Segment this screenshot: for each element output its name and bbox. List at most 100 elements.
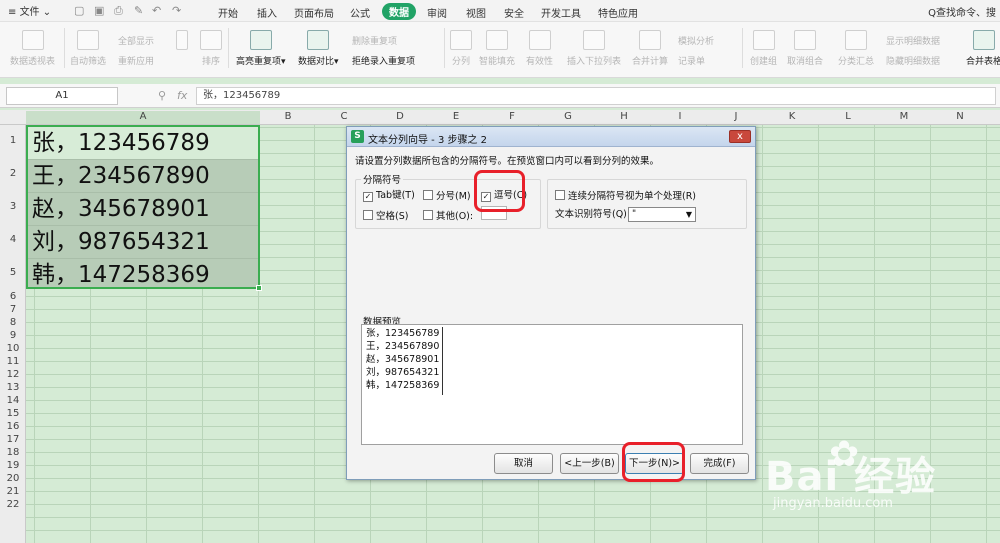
- cancel-button[interactable]: 取消: [494, 453, 553, 474]
- col-n-header[interactable]: N: [932, 111, 988, 122]
- dialog-title-bar[interactable]: S 文本分列向导 - 3 步骤之 2 x: [347, 127, 755, 147]
- row-1-header[interactable]: 1: [0, 135, 26, 146]
- tab-home[interactable]: 开始: [218, 5, 238, 20]
- row-18-header[interactable]: 18: [0, 447, 26, 458]
- delete-duplicates-button[interactable]: 删除重复项: [352, 34, 397, 47]
- col-c-header[interactable]: C: [316, 111, 372, 122]
- pivot-table-button[interactable]: 数据透视表: [10, 30, 55, 67]
- show-all-button[interactable]: 全部显示: [118, 34, 154, 47]
- formula-input[interactable]: 张，123456789: [196, 87, 996, 105]
- semicolon-checkbox[interactable]: 分号(M): [423, 190, 471, 203]
- col-h-header[interactable]: H: [596, 111, 652, 122]
- file-menu[interactable]: ≡ 文件 ⌄: [8, 3, 51, 18]
- row-6-header[interactable]: 6: [0, 291, 26, 302]
- row-8-header[interactable]: 8: [0, 317, 26, 328]
- col-l-header[interactable]: L: [820, 111, 876, 122]
- insert-dropdown-button[interactable]: 插入下拉列表: [567, 30, 621, 67]
- zoom-icon[interactable]: ⚲: [158, 89, 166, 102]
- cell-a4[interactable]: 刘，987654321: [28, 226, 258, 259]
- merge-table-button[interactable]: 合并表格: [966, 30, 1000, 67]
- row-14-header[interactable]: 14: [0, 395, 26, 406]
- reject-duplicates-button[interactable]: 拒绝录入重复项: [352, 54, 415, 67]
- tab-view[interactable]: 视图: [466, 5, 486, 20]
- cell-a5[interactable]: 韩，147258369: [28, 259, 258, 292]
- smart-fill-button[interactable]: 智能填充: [479, 30, 515, 67]
- simulate-analysis-button[interactable]: 模拟分析: [678, 34, 714, 47]
- consecutive-checkbox[interactable]: 连续分隔符号视为单个处理(R): [555, 190, 696, 203]
- reapply-button[interactable]: 重新应用: [118, 54, 154, 67]
- create-group-button[interactable]: 创建组: [750, 30, 777, 67]
- ungroup-button[interactable]: 取消组合: [787, 30, 823, 67]
- row-11-header[interactable]: 11: [0, 356, 26, 367]
- back-button[interactable]: <上一步(B): [560, 453, 619, 474]
- col-b-header[interactable]: B: [260, 111, 316, 122]
- row-16-header[interactable]: 16: [0, 421, 26, 432]
- space-checkbox[interactable]: 空格(S): [363, 210, 408, 223]
- tab-special[interactable]: 特色应用: [598, 5, 638, 20]
- tab-security[interactable]: 安全: [504, 5, 524, 20]
- data-compare-button[interactable]: 数据对比▾: [298, 30, 339, 67]
- tab-checkbox[interactable]: ✓ Tab键(T): [363, 190, 415, 202]
- col-f-header[interactable]: F: [484, 111, 540, 122]
- undo-icon[interactable]: ↶: [152, 4, 161, 17]
- col-d-header[interactable]: D: [372, 111, 428, 122]
- print-preview-icon[interactable]: ▣: [94, 4, 104, 17]
- highlight-duplicates-button[interactable]: 高亮重复项▾: [236, 30, 286, 67]
- row-21-header[interactable]: 21: [0, 486, 26, 497]
- show-detail-button[interactable]: 显示明细数据: [886, 34, 940, 47]
- command-search[interactable]: Q查找命令、搜: [928, 4, 996, 19]
- tab-review[interactable]: 审阅: [427, 5, 447, 20]
- finish-button[interactable]: 完成(F): [690, 453, 749, 474]
- col-g-header[interactable]: G: [540, 111, 596, 122]
- col-m-header[interactable]: M: [876, 111, 932, 122]
- row-5-header[interactable]: 5: [0, 267, 26, 278]
- col-a-header[interactable]: A: [26, 111, 260, 124]
- save-icon[interactable]: ▢: [74, 4, 84, 17]
- row-15-header[interactable]: 15: [0, 408, 26, 419]
- split-column-button[interactable]: 分列: [450, 30, 472, 67]
- tab-data[interactable]: 数据: [382, 3, 416, 20]
- cell-a2[interactable]: 王，234567890: [28, 160, 258, 193]
- print-icon[interactable]: ⎙: [114, 4, 123, 18]
- row-19-header[interactable]: 19: [0, 460, 26, 471]
- format-painter-icon[interactable]: ✎: [134, 4, 143, 17]
- fill-handle[interactable]: [256, 285, 262, 291]
- cell-a1[interactable]: 张，123456789: [28, 127, 258, 160]
- row-3-header[interactable]: 3: [0, 201, 26, 212]
- cell-a3[interactable]: 赵，345678901: [28, 193, 258, 226]
- row-17-header[interactable]: 17: [0, 434, 26, 445]
- record-form-button[interactable]: 记录单: [678, 54, 705, 67]
- tab-insert[interactable]: 插入: [257, 5, 277, 20]
- col-j-header[interactable]: J: [708, 111, 764, 122]
- name-box[interactable]: A1: [6, 87, 118, 105]
- row-7-header[interactable]: 7: [0, 304, 26, 315]
- subtotal-button[interactable]: 分类汇总: [838, 30, 874, 67]
- row-22-header[interactable]: 22: [0, 499, 26, 510]
- qualifier-select[interactable]: " ▼: [628, 207, 696, 222]
- row-10-header[interactable]: 10: [0, 343, 26, 354]
- other-checkbox[interactable]: 其他(O):: [423, 210, 473, 223]
- selected-range[interactable]: 张，123456789 王，234567890 赵，345678901 刘，98…: [26, 125, 262, 292]
- row-2-header[interactable]: 2: [0, 168, 26, 179]
- hide-detail-button[interactable]: 隐藏明细数据: [886, 54, 940, 67]
- col-i-header[interactable]: I: [652, 111, 708, 122]
- merge-calc-button[interactable]: 合并计算: [632, 30, 668, 67]
- validity-button[interactable]: 有效性: [526, 30, 553, 67]
- row-13-header[interactable]: 13: [0, 382, 26, 393]
- tab-developer[interactable]: 开发工具: [541, 5, 581, 20]
- col-k-header[interactable]: K: [764, 111, 820, 122]
- tab-formula[interactable]: 公式: [350, 5, 370, 20]
- row-4-header[interactable]: 4: [0, 234, 26, 245]
- col-e-header[interactable]: E: [428, 111, 484, 122]
- tab-page-layout[interactable]: 页面布局: [294, 5, 334, 20]
- row-20-header[interactable]: 20: [0, 473, 26, 484]
- row-9-header[interactable]: 9: [0, 330, 26, 341]
- sort-button[interactable]: [176, 30, 188, 54]
- sort-menu-button[interactable]: 排序: [200, 30, 222, 67]
- data-preview-box[interactable]: 张，123456789 王，234567890 赵，345678901 刘，98…: [361, 324, 743, 445]
- fx-icon[interactable]: fx: [177, 89, 187, 102]
- autofilter-button[interactable]: 自动筛选: [70, 30, 106, 67]
- close-button[interactable]: x: [729, 130, 751, 143]
- row-12-header[interactable]: 12: [0, 369, 26, 380]
- redo-icon[interactable]: ↷: [172, 4, 181, 17]
